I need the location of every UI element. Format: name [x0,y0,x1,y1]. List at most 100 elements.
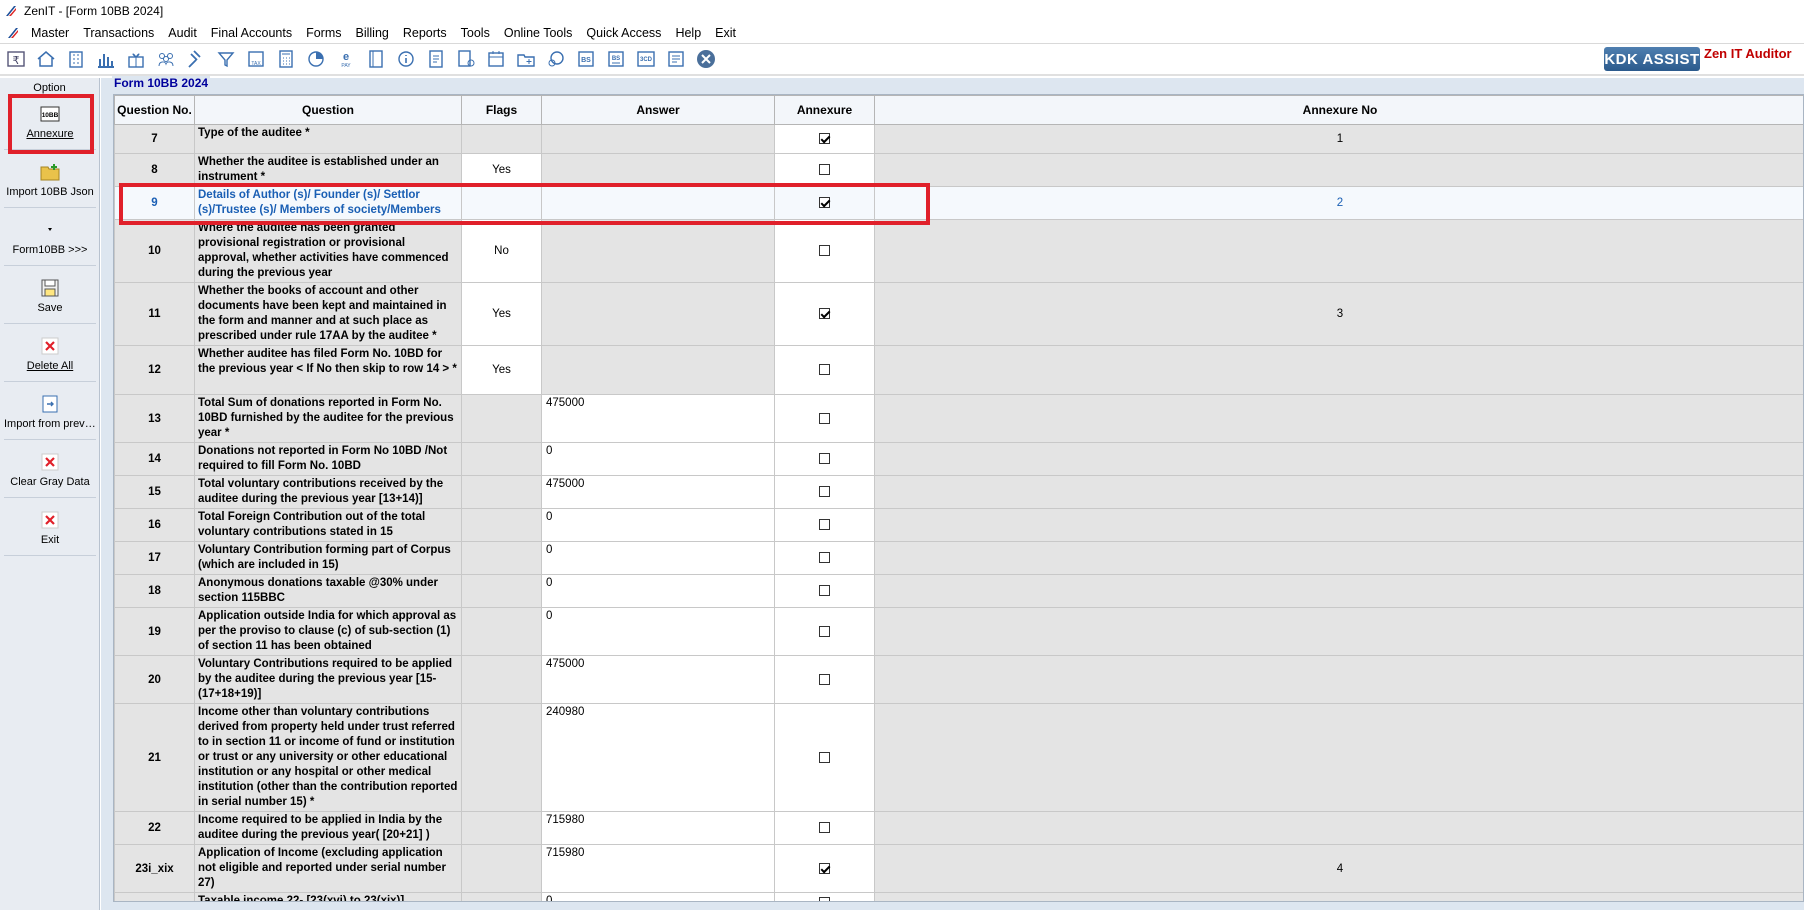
flag-cell[interactable]: Yes [461,282,542,346]
gavel-icon[interactable] [182,45,210,73]
table-row[interactable]: 17 Voluntary Contribution forming part of… [114,541,1803,575]
annexure-checkbox[interactable] [819,164,830,176]
calculator-icon[interactable] [272,45,300,73]
answer-cell[interactable] [541,186,775,220]
answer-cell[interactable]: 0 [541,574,775,608]
table-row[interactable]: 21 Income other than voluntary contributi… [114,703,1803,812]
answer-cell[interactable] [541,219,775,283]
tax-icon[interactable]: TAX [242,45,270,73]
table-row[interactable]: 19 Application outside India for which ap… [114,607,1803,656]
table-row[interactable]: 11 Whether the books of account and other… [114,282,1803,346]
flag-cell[interactable] [461,124,542,154]
flag-cell[interactable] [461,186,542,220]
filter-icon[interactable] [212,45,240,73]
3cd-icon[interactable]: 3CD [632,45,660,73]
annexure-checkbox[interactable] [819,552,830,564]
header-annexure[interactable]: Annexure [774,95,875,125]
table-row[interactable]: 22 Income required to be applied in India… [114,811,1803,845]
clear-gray-data-button[interactable]: Clear Gray Data [4,442,96,498]
epay-icon[interactable]: e PAY [332,45,360,73]
calendar-icon[interactable] [482,45,510,73]
annexure-checkbox[interactable] [819,862,830,874]
menu-final-accounts[interactable]: Final Accounts [204,26,299,40]
annexure-checkbox[interactable] [819,133,830,145]
menu-audit[interactable]: Audit [161,26,204,40]
annexure-checkbox[interactable] [819,896,830,901]
table-row[interactable]: 12 Whether auditee has filed Form No. 10B… [114,345,1803,395]
answer-cell[interactable]: 240980 [541,703,775,812]
table-row[interactable]: 7 Type of the auditee * 1 [114,124,1803,154]
answer-cell[interactable]: 715980 [541,844,775,893]
annexure-checkbox[interactable] [819,585,830,597]
document-user-icon[interactable] [452,45,480,73]
app-menu-icon[interactable] [6,26,20,40]
flag-cell[interactable] [461,574,542,608]
close-circle-icon[interactable] [692,45,720,73]
delete-all-button[interactable]: Delete All [4,326,96,382]
folder-add-icon[interactable] [512,45,540,73]
menu-tools[interactable]: Tools [454,26,497,40]
annexure-checkbox[interactable] [819,751,830,763]
answer-cell[interactable]: 475000 [541,655,775,704]
answer-cell[interactable] [541,282,775,346]
header-flags[interactable]: Flags [461,95,542,125]
annexure-checkbox[interactable] [819,625,830,637]
flag-cell[interactable] [461,541,542,575]
menu-quick-access[interactable]: Quick Access [579,26,668,40]
answer-cell[interactable]: 715980 [541,811,775,845]
answer-cell[interactable] [541,153,775,187]
answer-cell[interactable] [541,124,775,154]
table-row[interactable]: 13 Total Sum of donations reported in For… [114,394,1803,443]
menu-online-tools[interactable]: Online Tools [497,26,580,40]
table-row[interactable]: 8 Whether the auditee is established unde… [114,153,1803,187]
menu-master[interactable]: Master [24,26,76,40]
bar-chart-icon[interactable] [92,45,120,73]
flag-cell[interactable] [461,844,542,893]
menu-exit[interactable]: Exit [708,26,743,40]
users-icon[interactable] [152,45,180,73]
answer-cell[interactable]: 475000 [541,475,775,509]
kdk-assist-button[interactable]: KDK ASSIST [1604,47,1700,71]
flag-cell[interactable] [461,703,542,812]
table-row[interactable]: 10 Where the auditee has been granted pro… [114,219,1803,283]
answer-cell[interactable]: 0 [541,892,775,901]
bs-doc-icon[interactable]: BS [602,45,630,73]
chat-icon[interactable] [542,45,570,73]
annexure-checkbox[interactable] [819,822,830,834]
annexure-checkbox[interactable] [819,308,830,320]
annexure-checkbox[interactable] [819,364,830,376]
menu-help[interactable]: Help [668,26,708,40]
table-row[interactable]: 20 Voluntary Contributions required to be… [114,655,1803,704]
flag-cell[interactable] [461,892,542,901]
form10bb-nav-button[interactable]: Form10BB >>> [4,210,96,266]
table-row[interactable]: 18 Anonymous donations taxable @30% under… [114,574,1803,608]
answer-cell[interactable] [541,345,775,395]
form-icon[interactable] [662,45,690,73]
book-icon[interactable] [362,45,390,73]
flag-cell[interactable] [461,655,542,704]
annexure-checkbox[interactable] [819,412,830,424]
annexure-checkbox[interactable] [819,519,830,531]
flag-cell[interactable]: Yes [461,345,542,395]
flag-cell[interactable]: No [461,219,542,283]
table-row[interactable]: 9 Details of Author (s)/ Founder (s)/ Set… [114,186,1803,220]
menu-reports[interactable]: Reports [396,26,454,40]
save-button[interactable]: Save [4,268,96,324]
table-row[interactable]: 16 Total Foreign Contribution out of the … [114,508,1803,542]
report-icon[interactable] [422,45,450,73]
import-10bb-json-button[interactable]: Import 10BB Json [4,152,96,208]
table-row[interactable]: Taxable income 22- [23(xvi) to 23(xix)] 0 [114,892,1803,901]
table-row[interactable]: 14 Donations not reported in Form No 10BD… [114,442,1803,476]
home-icon[interactable] [32,45,60,73]
table-row[interactable]: 15 Total voluntary contributions received… [114,475,1803,509]
rupee-icon[interactable]: ₹ [2,45,30,73]
building-icon[interactable] [62,45,90,73]
header-annexure-no[interactable]: Annexure No [874,95,1803,125]
menu-billing[interactable]: Billing [349,26,396,40]
header-answer[interactable]: Answer [541,95,775,125]
answer-cell[interactable]: 0 [541,508,775,542]
header-question-no[interactable]: Question No. [114,95,195,125]
flag-cell[interactable] [461,475,542,509]
flag-cell[interactable] [461,811,542,845]
pie-chart-icon[interactable] [302,45,330,73]
